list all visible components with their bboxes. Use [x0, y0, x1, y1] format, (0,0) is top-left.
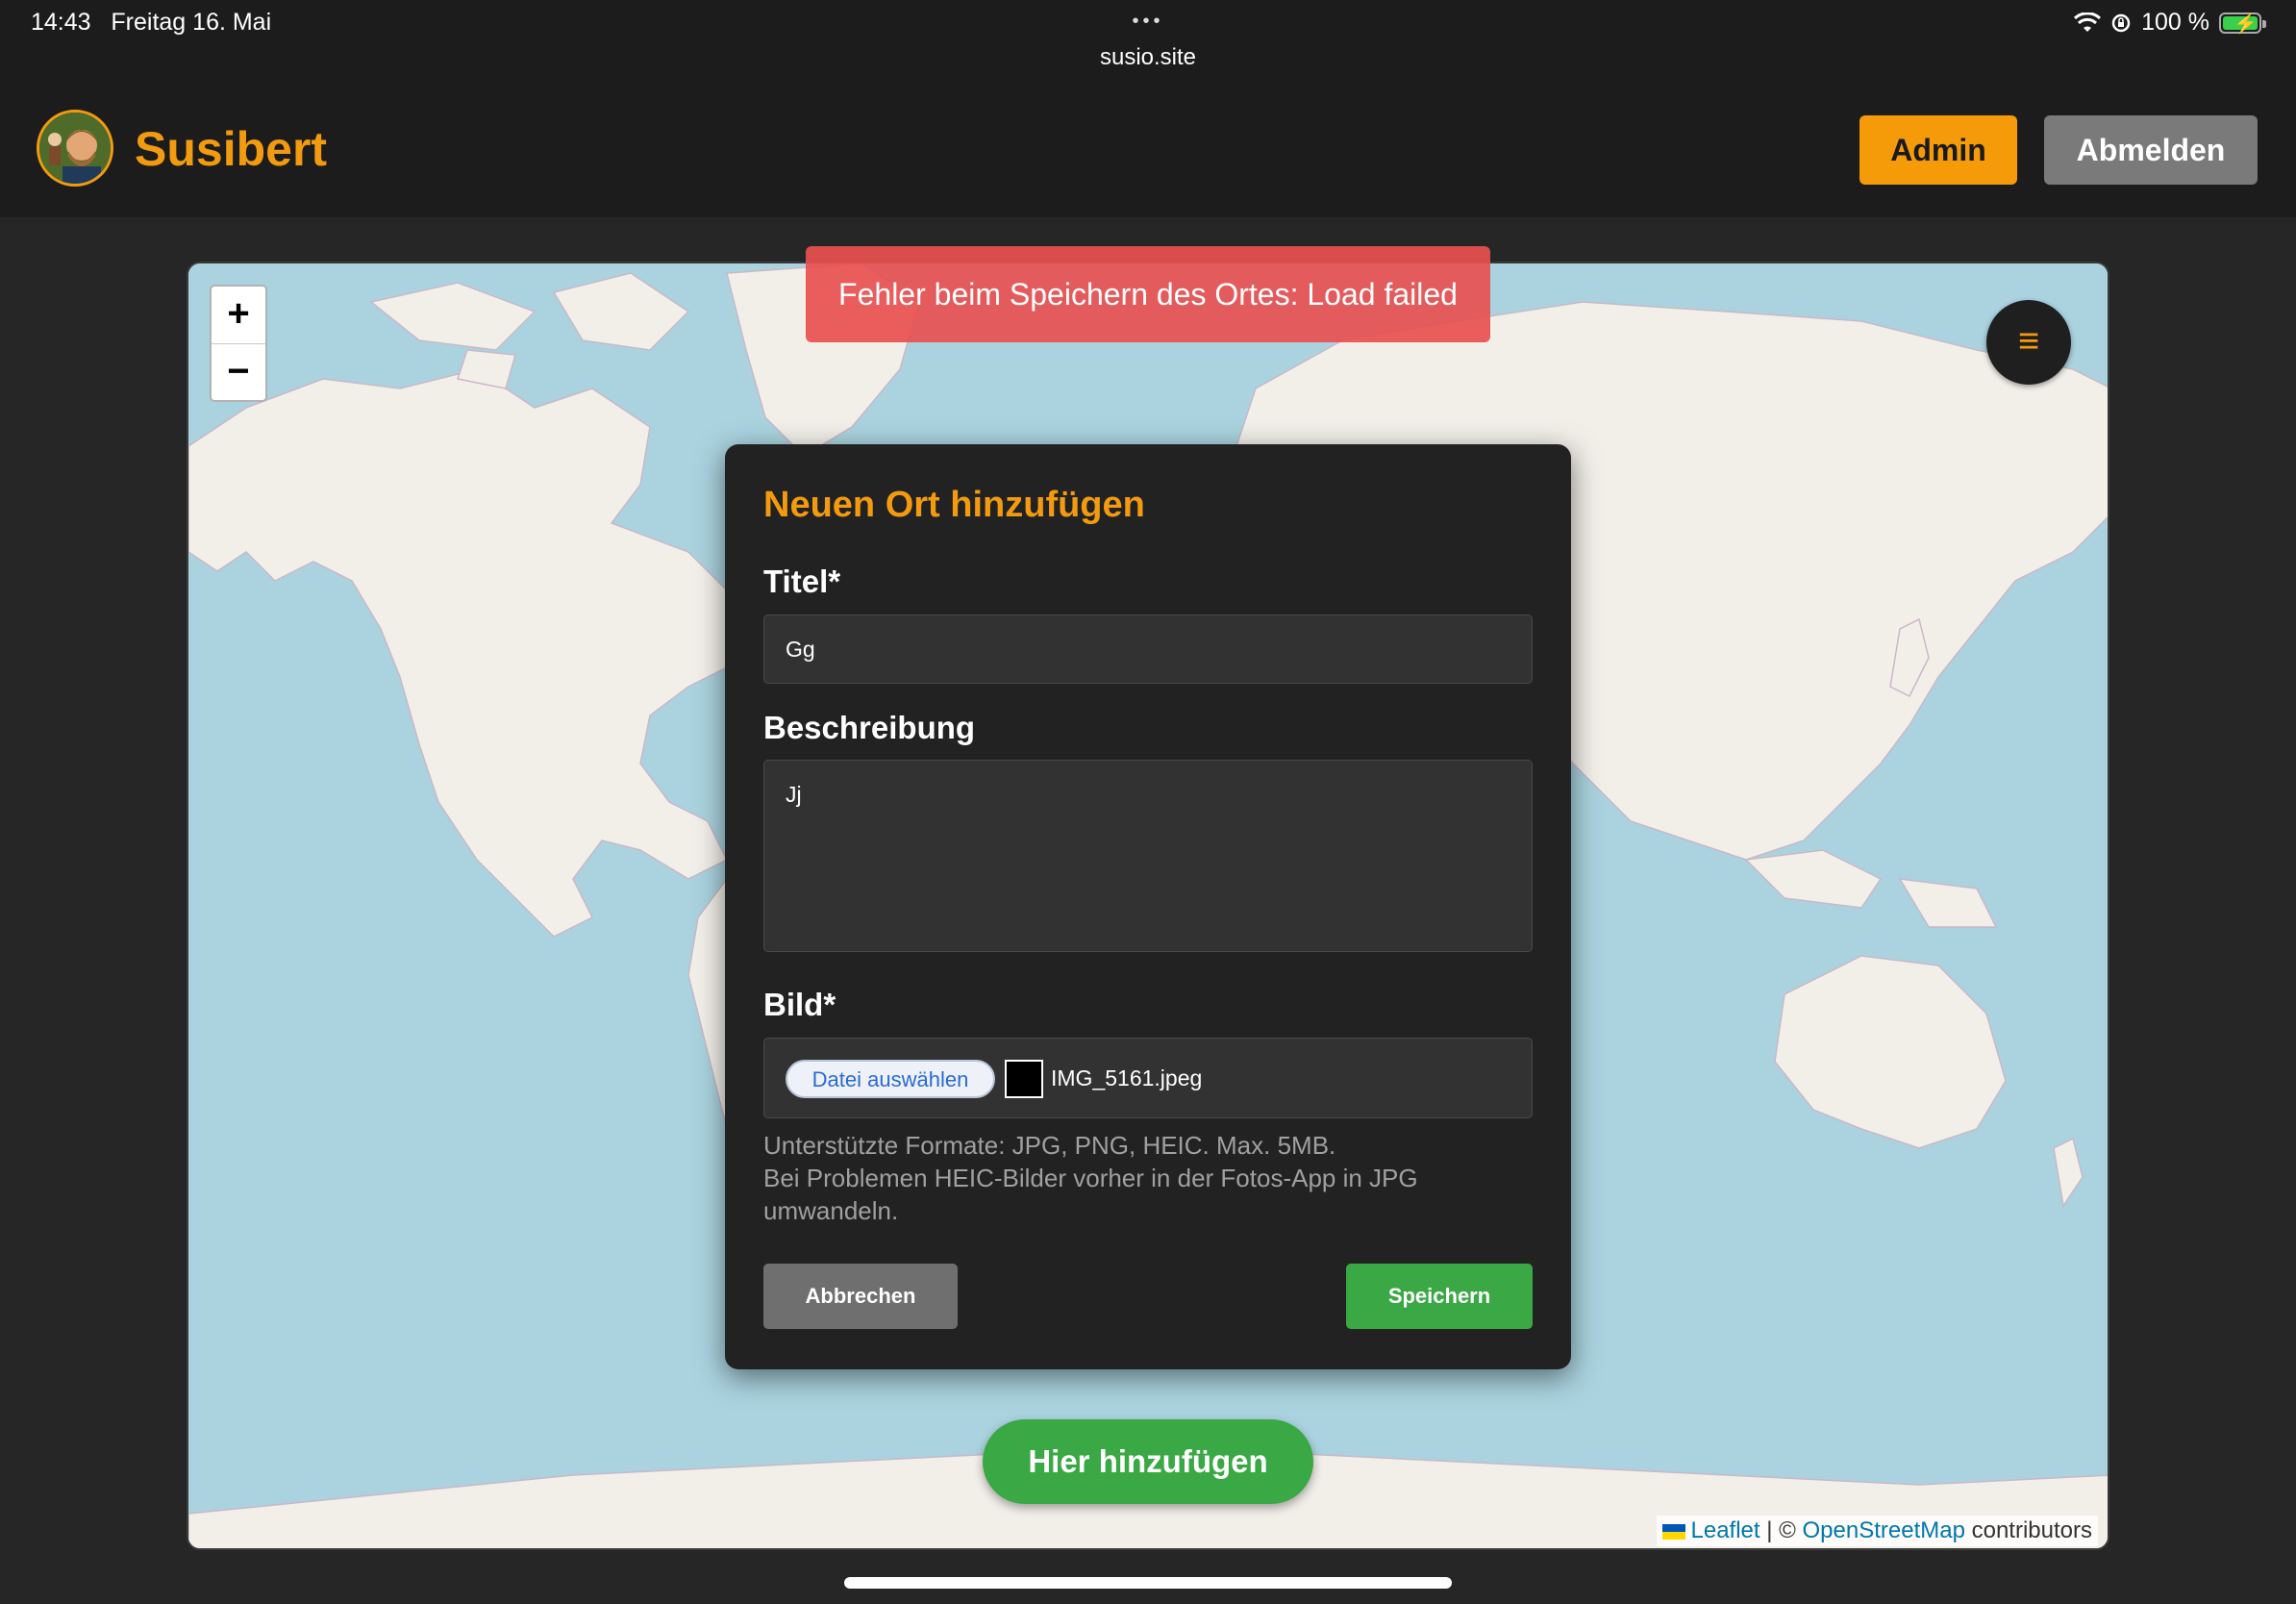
home-indicator[interactable] — [844, 1577, 1452, 1589]
battery-percent: 100 % — [2141, 9, 2209, 36]
status-icons: 100 % ⚡ — [2074, 9, 2266, 37]
logout-button[interactable]: Abmelden — [2044, 115, 2258, 185]
zoom-out-button[interactable]: − — [212, 344, 265, 401]
avatar[interactable] — [37, 110, 113, 187]
ukraine-flag-icon — [1661, 1523, 1685, 1540]
error-toast: Fehler beim Speichern des Ortes: Load fa… — [806, 246, 1490, 342]
description-label: Beschreibung — [763, 710, 976, 745]
map-attribution: Leaflet | © OpenStreetMap contributors — [1656, 1516, 2098, 1546]
battery-icon: ⚡ — [2219, 12, 2266, 35]
format-hint: Unterstützte Formate: JPG, PNG, HEIC. Ma… — [763, 1129, 1533, 1227]
attribution-separator: | © — [1759, 1517, 1803, 1543]
app-header: Susibert Admin Abmelden — [0, 77, 2296, 217]
leaflet-link[interactable]: Leaflet — [1691, 1517, 1760, 1543]
add-here-button[interactable]: Hier hinzufügen — [983, 1419, 1313, 1504]
hint-line-2: Bei Problemen HEIC-Bilder vorher in der … — [763, 1164, 1418, 1225]
add-place-modal: Neuen Ort hinzufügen Titel* Beschreibung… — [725, 444, 1571, 1369]
hint-line-1: Unterstützte Formate: JPG, PNG, HEIC. Ma… — [763, 1131, 1336, 1160]
file-name: IMG_5161.jpeg — [1051, 1065, 1203, 1090]
wifi-icon — [2074, 12, 2102, 32]
brand-title[interactable]: Susibert — [135, 121, 327, 177]
osm-link[interactable]: OpenStreetMap — [1803, 1517, 1965, 1543]
title-label: Titel* — [763, 564, 841, 599]
status-bar: 14:43 Freitag 16. Mai ••• susio.site 100… — [0, 0, 2296, 77]
zoom-control: + − — [210, 285, 267, 402]
image-label: Bild* — [763, 987, 836, 1022]
file-thumbnail — [1005, 1060, 1043, 1098]
description-textarea[interactable]: Jj — [763, 760, 1533, 952]
choose-file-button[interactable]: Datei auswählen — [786, 1060, 995, 1098]
cancel-button[interactable]: Abbrechen — [763, 1264, 958, 1329]
address-area[interactable]: ••• susio.site — [0, 12, 2296, 71]
orientation-lock-icon — [2111, 13, 2131, 32]
file-input[interactable]: Datei auswählen IMG_5161.jpeg — [763, 1038, 1533, 1118]
zoom-in-button[interactable]: + — [212, 287, 265, 344]
title-input[interactable] — [763, 614, 1533, 684]
url-label[interactable]: susio.site — [0, 44, 2296, 71]
attribution-suffix: contributors — [1964, 1517, 2092, 1543]
save-button[interactable]: Speichern — [1346, 1264, 1533, 1329]
more-dots-icon[interactable]: ••• — [0, 12, 2296, 31]
modal-title: Neuen Ort hinzufügen — [763, 485, 1145, 525]
admin-button[interactable]: Admin — [1859, 115, 2017, 185]
menu-icon[interactable]: ≡ — [1986, 300, 2071, 385]
